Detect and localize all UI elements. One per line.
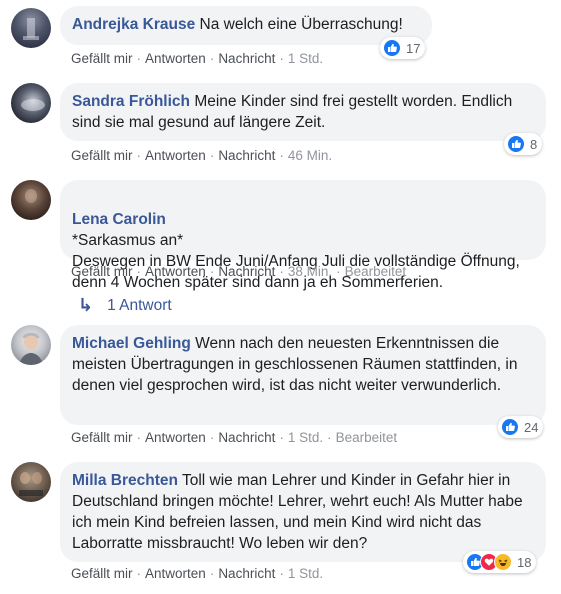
separator: · — [336, 264, 341, 279]
comment-bubble: Milla Brechten Toll wie man Lehrer und K… — [60, 462, 546, 562]
like-link[interactable]: Gefällt mir — [71, 566, 133, 581]
reply-link[interactable]: Antworten — [145, 566, 206, 581]
separator: · — [279, 51, 284, 66]
separator: · — [136, 566, 142, 581]
separator: · — [209, 51, 215, 66]
like-icon — [501, 418, 519, 436]
comment-actions: Gefällt mir · Antworten · Nachricht · 1 Std. · B… — [71, 430, 397, 445]
comment-bubble: Michael Gehling Wenn nach den neuesten E… — [60, 325, 546, 425]
comment-actions: Gefällt mir · Antworten · Nachricht · 38 Min. ·… — [71, 264, 406, 279]
like-icon — [507, 135, 525, 153]
like-icon — [383, 39, 401, 57]
reaction-count: 17 — [406, 40, 421, 56]
reaction-count: 18 — [517, 554, 532, 570]
author-name[interactable]: Lena Carolin — [72, 211, 166, 228]
avatar[interactable] — [11, 8, 51, 48]
timestamp[interactable]: 38 Min. — [288, 264, 332, 279]
separator: · — [136, 430, 142, 445]
reaction-count: 24 — [524, 419, 539, 435]
reaction-summary[interactable]: 24 — [498, 416, 544, 438]
message-link[interactable]: Nachricht — [218, 51, 275, 66]
haha-icon — [494, 553, 512, 571]
timestamp[interactable]: 1 Std. — [288, 430, 323, 445]
avatar[interactable] — [11, 462, 51, 502]
comment-bubble: Andrejka Krause Na welch eine Überraschu… — [60, 6, 432, 45]
reaction-summary[interactable]: 17 — [380, 37, 426, 59]
reaction-summary[interactable]: 8 — [504, 133, 543, 155]
comment-text: Na welch eine Überraschung! — [199, 16, 403, 33]
separator: · — [136, 264, 142, 279]
separator: · — [209, 566, 215, 581]
comment-actions: Gefällt mir · Antworten · Nachricht · 1 Std. — [71, 566, 323, 581]
reply-arrow-icon: ↳ — [78, 295, 94, 315]
comment-text: *Sarkasmus an* Deswegen in BW Ende Juni/… — [72, 232, 520, 291]
comment-bubble: Lena Carolin *Sarkasmus an* Deswegen in … — [60, 180, 546, 291]
replies-label: 1 Antwort — [107, 296, 172, 314]
timestamp[interactable]: 1 Std. — [288, 566, 323, 581]
avatar[interactable] — [11, 83, 51, 123]
author-name[interactable]: Milla Brechten — [72, 472, 178, 489]
like-link[interactable]: Gefällt mir — [71, 264, 133, 279]
reply-link[interactable]: Antworten — [145, 430, 206, 445]
message-link[interactable]: Nachricht — [218, 148, 275, 163]
separator: · — [279, 430, 284, 445]
like-link[interactable]: Gefällt mir — [71, 430, 133, 445]
message-link[interactable]: Nachricht — [218, 264, 275, 279]
edited-label[interactable]: Bearbeitet — [336, 430, 398, 445]
separator: · — [209, 430, 215, 445]
separator: · — [279, 566, 284, 581]
like-link[interactable]: Gefällt mir — [71, 148, 133, 163]
comment-actions: Gefällt mir · Antworten · Nachricht · 1 Std. — [71, 51, 323, 66]
reaction-count: 8 — [530, 136, 538, 152]
view-replies-link[interactable]: ↳ 1 Antwort — [78, 295, 172, 316]
reply-link[interactable]: Antworten — [145, 148, 206, 163]
separator: · — [327, 430, 332, 445]
comment-bubble: Sandra Fröhlich Meine Kinder sind frei g… — [60, 83, 546, 141]
reply-link[interactable]: Antworten — [145, 264, 206, 279]
avatar[interactable] — [11, 325, 51, 365]
like-link[interactable]: Gefällt mir — [71, 51, 133, 66]
author-name[interactable]: Andrejka Krause — [72, 16, 195, 33]
author-name[interactable]: Sandra Fröhlich — [72, 93, 190, 110]
reaction-summary[interactable]: 18 — [463, 551, 537, 573]
separator: · — [136, 148, 142, 163]
separator: · — [136, 51, 142, 66]
message-link[interactable]: Nachricht — [218, 566, 275, 581]
message-link[interactable]: Nachricht — [218, 430, 275, 445]
separator: · — [209, 264, 215, 279]
author-name[interactable]: Michael Gehling — [72, 335, 191, 352]
separator: · — [209, 148, 215, 163]
reply-link[interactable]: Antworten — [145, 51, 206, 66]
edited-label[interactable]: Bearbeitet — [345, 264, 407, 279]
avatar[interactable] — [11, 180, 51, 220]
separator: · — [279, 148, 284, 163]
timestamp[interactable]: 46 Min. — [288, 148, 332, 163]
timestamp[interactable]: 1 Std. — [288, 51, 323, 66]
comment-actions: Gefällt mir · Antworten · Nachricht · 46 Min. — [71, 148, 332, 163]
separator: · — [279, 264, 284, 279]
